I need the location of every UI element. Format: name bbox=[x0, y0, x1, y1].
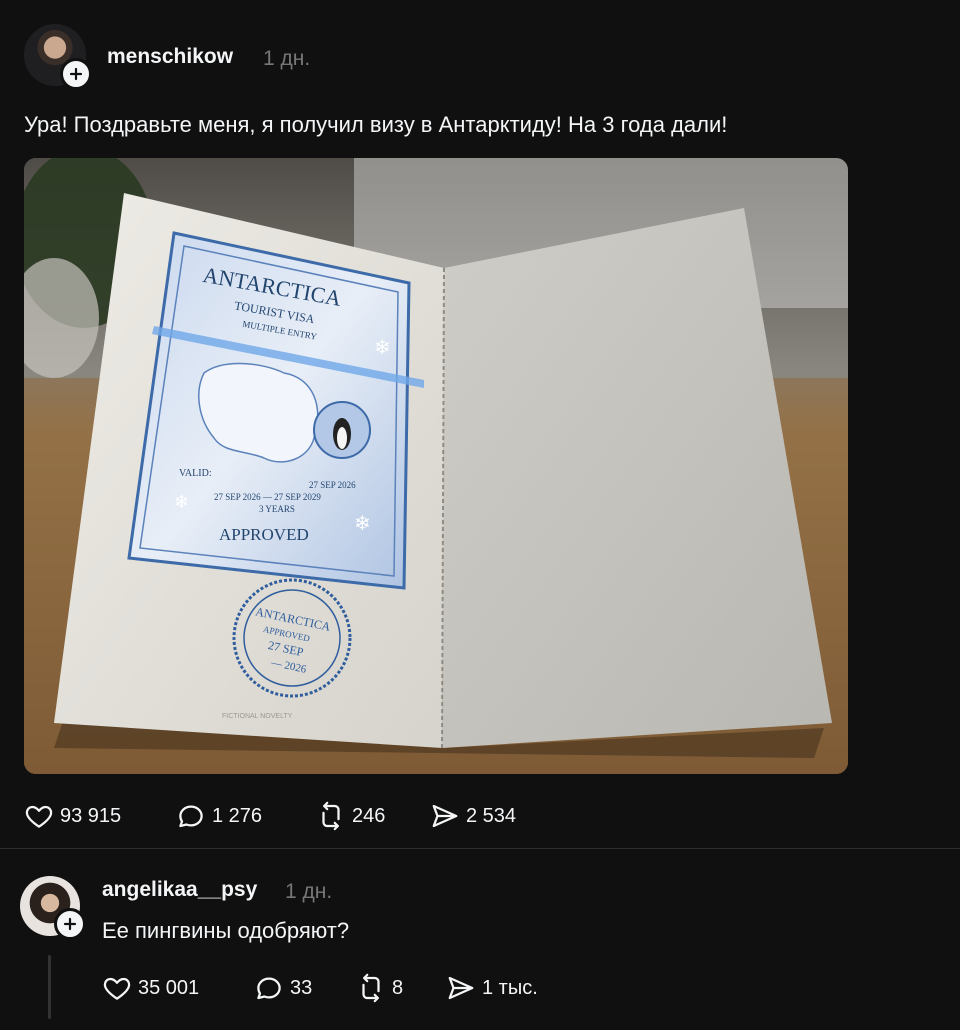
speech-bubble-icon bbox=[257, 977, 281, 1000]
post-image[interactable]: ❄ ❄ ❄ ANTARCTICA TOURIST VISA MULTIPLE E… bbox=[24, 158, 848, 774]
post-text: Ура! Поздравьте меня, я получил визу в А… bbox=[24, 112, 728, 137]
reply-repost-count: 8 bbox=[392, 976, 404, 999]
svg-text:❄: ❄ bbox=[354, 511, 371, 535]
reply-repost-button[interactable]: 8 bbox=[356, 973, 403, 1003]
visa-valid-years: 3 YEARS bbox=[259, 504, 295, 514]
share-button[interactable]: 2 534 bbox=[430, 801, 516, 831]
follow-plus-icon[interactable] bbox=[60, 58, 92, 90]
reply-share-count: 1 тыс. bbox=[482, 976, 538, 999]
send-icon bbox=[448, 976, 474, 1000]
author-username[interactable]: menschikow bbox=[107, 45, 233, 69]
reply-username[interactable]: angelikaa__psy bbox=[102, 878, 257, 902]
reply-comment-button[interactable]: 33 bbox=[254, 973, 312, 1003]
visa-approved: APPROVED bbox=[219, 525, 309, 544]
visa-valid-dates: 27 SEP 2026 — 27 SEP 2029 bbox=[214, 492, 321, 502]
reply-avatar[interactable] bbox=[20, 876, 86, 940]
speech-bubble-icon bbox=[179, 805, 203, 828]
post-divider bbox=[0, 848, 960, 849]
svg-text:❄: ❄ bbox=[374, 335, 391, 359]
svg-text:❄: ❄ bbox=[174, 492, 189, 513]
visa-valid-label: VALID: bbox=[179, 468, 212, 479]
reply-text: Ее пингвины одобряют? bbox=[102, 918, 350, 943]
like-count: 93 915 bbox=[60, 804, 122, 827]
reply-share-button[interactable]: 1 тыс. bbox=[446, 973, 538, 1003]
repost-icon bbox=[322, 801, 340, 831]
repost-icon bbox=[362, 973, 380, 1003]
like-button[interactable]: 93 915 bbox=[24, 801, 121, 831]
reply-like-button[interactable]: 35 001 bbox=[102, 973, 199, 1003]
reply-timestamp[interactable]: 1 дн. bbox=[285, 880, 332, 904]
reply-comment-count: 33 bbox=[290, 976, 313, 999]
post-timestamp[interactable]: 1 дн. bbox=[263, 47, 310, 71]
share-count: 2 534 bbox=[466, 804, 517, 827]
visa-valid-small: 27 SEP 2026 bbox=[309, 480, 356, 490]
comment-button[interactable]: 1 276 bbox=[176, 801, 262, 831]
repost-count: 246 bbox=[352, 804, 386, 827]
heart-icon bbox=[25, 805, 53, 828]
reply-like-count: 35 001 bbox=[138, 976, 200, 999]
author-avatar[interactable] bbox=[24, 24, 92, 90]
follow-plus-icon[interactable] bbox=[54, 908, 86, 940]
heart-icon bbox=[103, 977, 131, 1000]
comment-count: 1 276 bbox=[212, 804, 263, 827]
send-icon bbox=[432, 804, 458, 828]
repost-button[interactable]: 246 bbox=[316, 801, 385, 831]
thread-line bbox=[48, 955, 51, 1019]
footer-note: FICTIONAL NOVELTY bbox=[222, 713, 293, 720]
